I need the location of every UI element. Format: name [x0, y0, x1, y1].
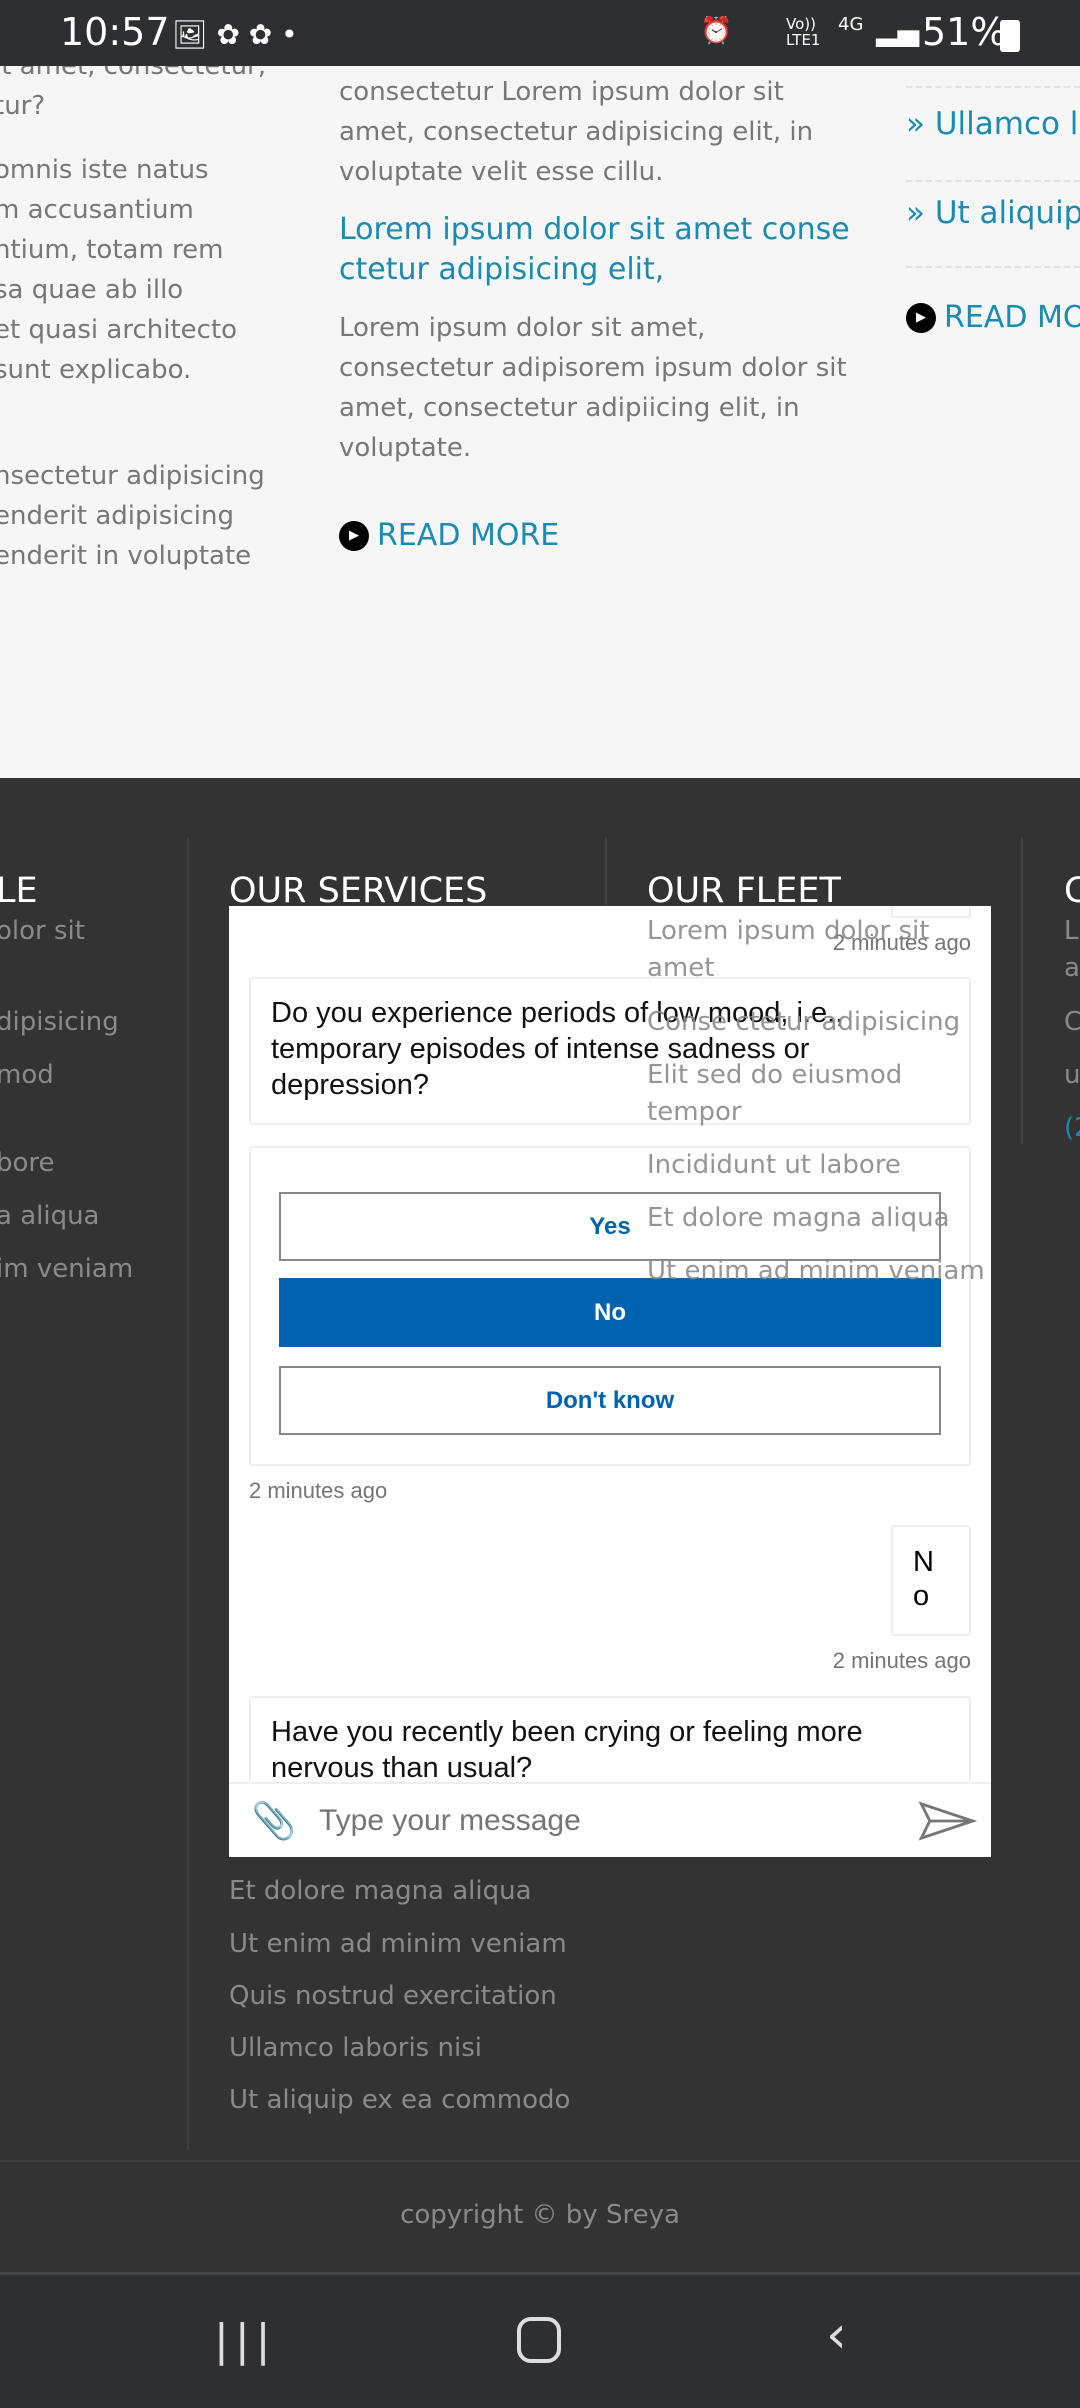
footer-link[interactable]: Elit sed do eiusmod: [647, 1057, 985, 1094]
article-heading[interactable]: Lorem ipsum dolor sit amet conse ctetur a…: [339, 210, 850, 290]
clock: 10:57: [60, 10, 170, 54]
footer-link[interactable]: Quis nostrud exercitation: [229, 1978, 557, 2015]
home-button[interactable]: [517, 2317, 561, 2363]
message-input[interactable]: [319, 1803, 917, 1838]
footer-heading: LE: [0, 871, 38, 911]
footer-link[interactable]: Ut aliquip ex ea commodo: [229, 2082, 570, 2119]
alarm-icon: ⏰: [700, 16, 733, 46]
footer-contact-text: C: [1064, 1007, 1080, 1037]
send-icon[interactable]: [917, 1800, 977, 1841]
chat-input-bar: 📎: [229, 1782, 991, 1857]
back-button[interactable]: ‹: [826, 2305, 847, 2365]
footer-heading-services: OUR SERVICES: [229, 871, 488, 911]
footer-link[interactable]: Et dolore magna aliqua: [229, 1873, 532, 1910]
play-circle-icon: ▶: [339, 520, 369, 551]
play-circle-icon: ▶: [906, 302, 936, 333]
footer-link[interactable]: Conse ctetur adipisicing: [647, 1004, 985, 1041]
paperclip-icon[interactable]: 📎: [229, 1800, 319, 1842]
footer-heading-fleet: OUR FLEET: [647, 871, 841, 911]
battery-percent: 51%: [922, 10, 1007, 54]
footer-link[interactable]: im veniam: [0, 1251, 133, 1288]
status-bar: 10:57 🖼 ✿ ✿ • ⏰ Vo)) LTE1 4G ▂▄ 51%: [0, 0, 1080, 66]
message-timestamp: 2 minutes ago: [832, 1648, 971, 1673]
footer-contact-text: L: [1064, 916, 1079, 946]
android-nav-bar: ||| ‹: [0, 2272, 1080, 2408]
footer-link[interactable]: Incididunt ut labore: [647, 1147, 985, 1184]
page-content: it amet, consectetur,tur? omnis iste nat…: [0, 66, 1080, 778]
fleet-list: Lorem ipsum dolor sit amet Conse ctetur …: [647, 913, 985, 1290]
double-chevron-icon: »: [906, 106, 935, 142]
footer-link[interactable]: Ut enim ad minim veniam: [647, 1253, 985, 1290]
battery-icon: [1000, 20, 1020, 52]
sidebar-link[interactable]: » Ullamco la: [906, 106, 1080, 142]
footer-contact-text: a: [1064, 953, 1080, 983]
footer-link[interactable]: dipisicing: [0, 1004, 119, 1041]
copyright: copyright © by Sreya: [400, 2200, 680, 2230]
footer-link[interactable]: Et dolore magna aliqua: [647, 1200, 985, 1237]
option-dont-know-button[interactable]: Don't know: [279, 1366, 941, 1435]
read-more-link-right[interactable]: ▶ READ MO: [906, 300, 1080, 335]
left-column-text: it amet, consectetur,tur? omnis iste nat…: [0, 66, 266, 571]
footer-link[interactable]: Ut enim ad minim veniam: [229, 1926, 567, 1963]
message-timestamp: 2 minutes ago: [249, 1478, 388, 1503]
footer-heading: C: [1064, 871, 1080, 911]
volte-indicator: Vo)) LTE1: [786, 15, 821, 49]
footer-link[interactable]: mod: [0, 1057, 54, 1094]
footer-link[interactable]: Lorem ipsum dolor sit: [647, 913, 985, 950]
footer-contact-text: u: [1064, 1060, 1080, 1090]
article-body: Lorem ipsum dolor sit amet, consectetur a…: [339, 313, 847, 463]
signal-icon: ▂▄: [876, 14, 920, 47]
footer-link[interactable]: bore: [0, 1145, 55, 1182]
sidebar-link[interactable]: » Ut aliquip: [906, 195, 1080, 231]
user-reply-bubble: No: [891, 1525, 971, 1636]
footer-link[interactable]: Ullamco laboris nisi: [229, 2030, 482, 2067]
network-type: 4G: [838, 14, 864, 35]
read-more-link[interactable]: ▶ READ MORE: [339, 518, 559, 553]
footer-phone[interactable]: (2: [1064, 1110, 1080, 1147]
article-intro: consectetur Lorem ipsum dolor sit amet, c…: [339, 77, 814, 187]
footer-link[interactable]: a aliqua: [0, 1198, 100, 1235]
recent-apps-button[interactable]: |||: [214, 2315, 276, 2366]
footer-link[interactable]: olor sit: [0, 913, 85, 950]
double-chevron-icon: »: [906, 195, 935, 231]
notification-icons: 🖼 ✿ ✿ •: [172, 18, 298, 51]
